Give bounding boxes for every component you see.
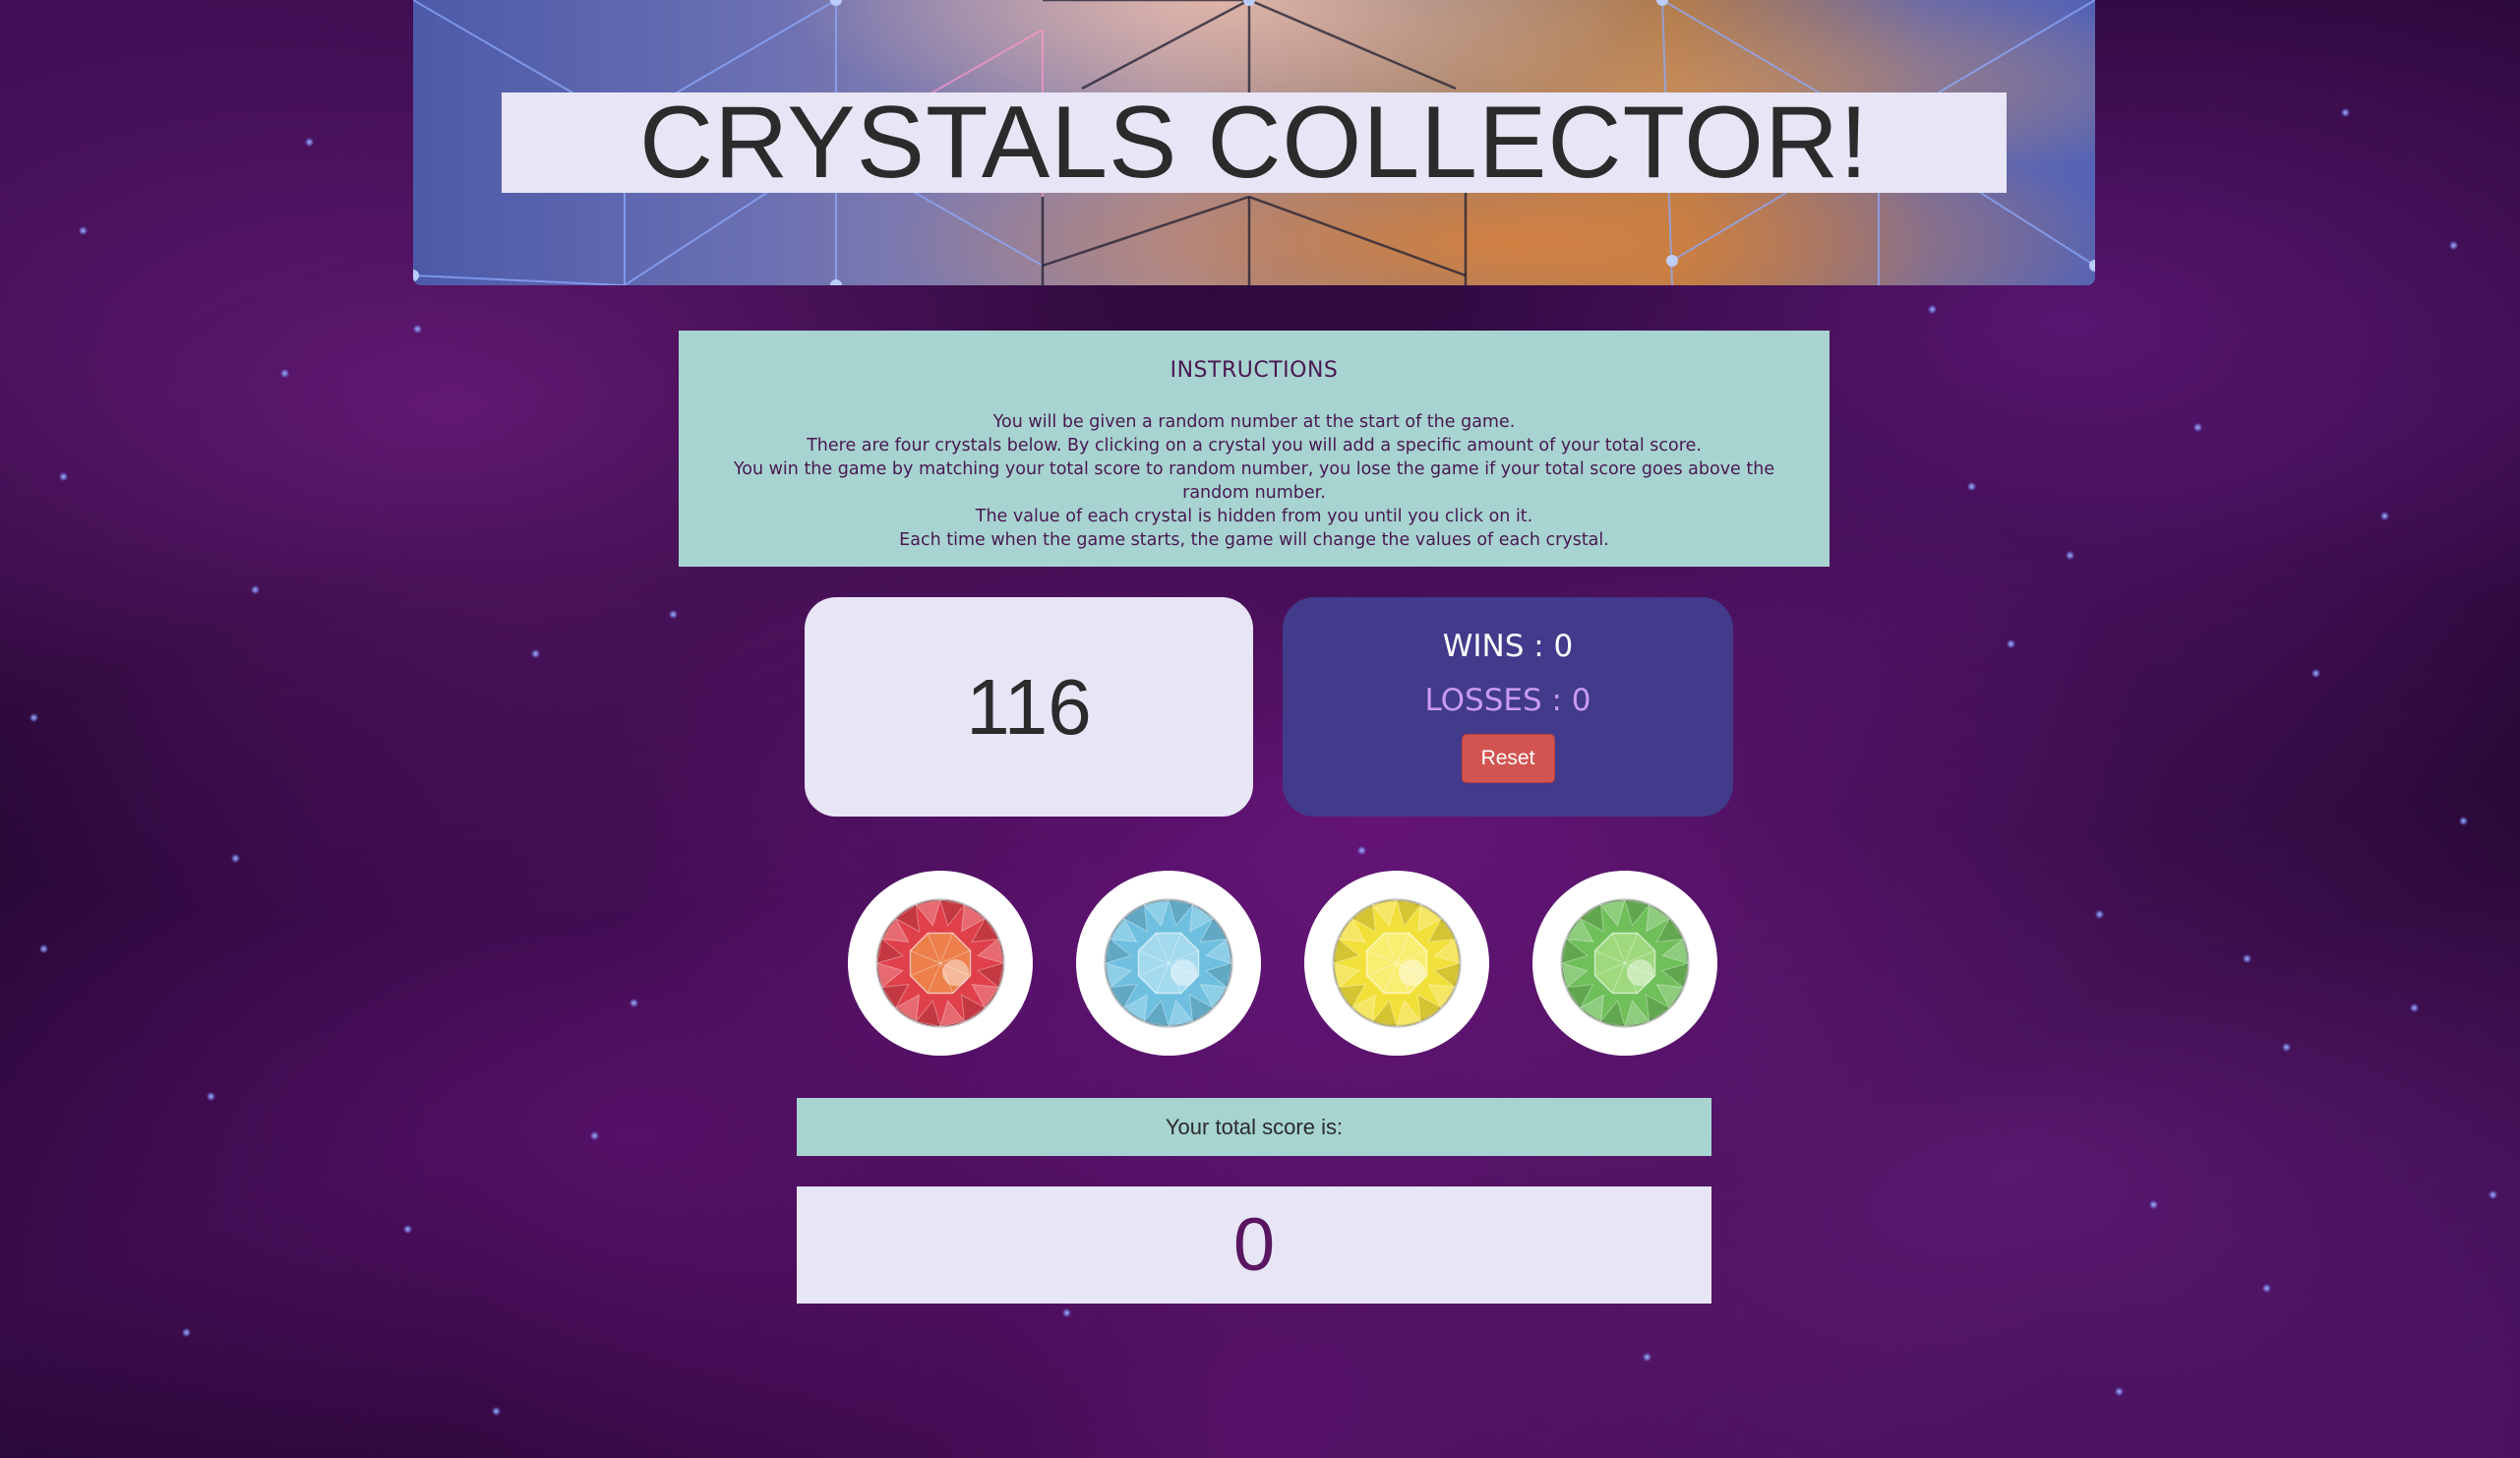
star	[2311, 669, 2320, 678]
star	[2149, 1200, 2158, 1209]
total-score-label: Your total score is:	[1165, 1114, 1344, 1139]
star	[305, 138, 314, 147]
wins-counter: WINS : 0	[1442, 629, 1574, 664]
star	[2066, 551, 2074, 560]
star	[2449, 241, 2458, 250]
star	[2193, 423, 2202, 432]
instruction-line: There are four crystals below. By clicki…	[807, 436, 1702, 456]
instructions-heading: INSTRUCTIONS	[1170, 358, 1339, 383]
reset-button[interactable]: Reset	[1461, 734, 1555, 783]
star	[2243, 954, 2251, 963]
instruction-line: Each time when the game starts, the game…	[899, 530, 1609, 550]
star	[2489, 1190, 2497, 1199]
title-box: CRYSTALS COLLECTOR!	[502, 86, 2007, 200]
star	[39, 944, 48, 953]
crystal-button-red[interactable]	[848, 871, 1033, 1056]
instruction-line: You will be given a random number at the…	[992, 412, 1516, 432]
yellow-crystal-icon	[1332, 898, 1462, 1028]
star	[1357, 846, 1366, 855]
star	[413, 325, 422, 334]
star	[207, 1092, 215, 1101]
crystal-button-yellow[interactable]	[1304, 871, 1489, 1056]
instruction-line: You win the game by matching your total …	[733, 459, 1775, 503]
green-crystal-icon	[1560, 898, 1690, 1028]
star	[492, 1407, 501, 1416]
total-score-value: 0	[1232, 1203, 1276, 1287]
losses-counter: LOSSES : 0	[1424, 683, 1591, 718]
star	[2459, 817, 2468, 825]
star	[403, 1225, 412, 1234]
star	[1967, 482, 1976, 491]
header-banner: CRYSTALS COLLECTOR!	[413, 0, 2095, 285]
crystal-button-green[interactable]	[1532, 871, 1717, 1056]
star	[590, 1131, 599, 1140]
star	[2007, 639, 2015, 648]
blue-crystal-icon	[1104, 898, 1233, 1028]
target-number: 116	[966, 662, 1092, 751]
star	[182, 1328, 191, 1337]
total-score-value-box: 0	[797, 1186, 1711, 1304]
star	[669, 610, 678, 619]
instruction-line: The value of each crystal is hidden from…	[975, 507, 1533, 526]
crystal-button-blue[interactable]	[1076, 871, 1261, 1056]
star	[2341, 108, 2350, 117]
star	[1643, 1353, 1651, 1362]
star	[231, 854, 240, 863]
star	[2262, 1284, 2271, 1293]
page-title: CRYSTALS COLLECTOR!	[638, 86, 1870, 200]
stats-panel: WINS : 0 LOSSES : 0 Reset	[1283, 597, 1733, 817]
total-score-label-box: Your total score is:	[797, 1098, 1711, 1156]
target-number-panel: 116	[805, 597, 1253, 817]
star	[2410, 1003, 2419, 1012]
star	[251, 585, 260, 594]
star	[2282, 1043, 2291, 1052]
star	[2380, 512, 2389, 520]
star	[30, 713, 38, 722]
red-crystal-icon	[875, 898, 1005, 1028]
instructions-panel: INSTRUCTIONS You will be given a random …	[679, 331, 1830, 567]
star	[2095, 910, 2104, 919]
star	[2115, 1387, 2124, 1396]
star	[79, 226, 88, 235]
star	[1928, 305, 1937, 314]
star	[630, 999, 638, 1007]
star	[531, 649, 540, 658]
star	[59, 472, 68, 481]
star	[280, 369, 289, 378]
star	[1062, 1308, 1071, 1317]
